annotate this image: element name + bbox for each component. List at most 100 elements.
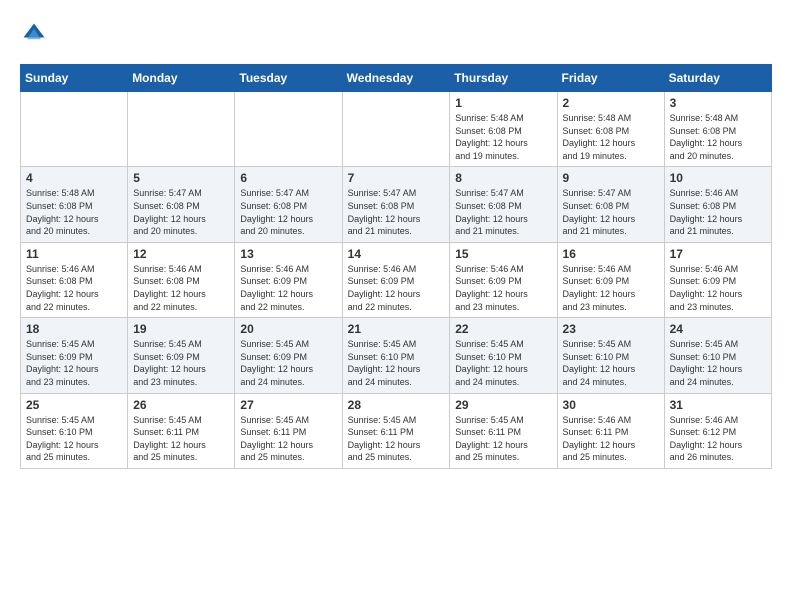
calendar-day-cell: 27 Sunrise: 5:45 AMSunset: 6:11 PMDayligh… <box>235 393 342 468</box>
day-info: Sunrise: 5:46 AMSunset: 6:08 PMDaylight:… <box>133 263 229 313</box>
logo-icon <box>20 20 48 48</box>
calendar-day-cell: 29 Sunrise: 5:45 AMSunset: 6:11 PMDayligh… <box>450 393 557 468</box>
day-number: 3 <box>670 96 766 110</box>
day-number: 29 <box>455 398 551 412</box>
calendar-day-cell: 16 Sunrise: 5:46 AMSunset: 6:09 PMDayligh… <box>557 242 664 317</box>
day-info: Sunrise: 5:45 AMSunset: 6:10 PMDaylight:… <box>563 338 659 388</box>
day-number: 23 <box>563 322 659 336</box>
calendar-day-cell: 4 Sunrise: 5:48 AMSunset: 6:08 PMDaylight… <box>21 167 128 242</box>
day-number: 30 <box>563 398 659 412</box>
calendar-day-cell: 30 Sunrise: 5:46 AMSunset: 6:11 PMDayligh… <box>557 393 664 468</box>
day-number: 20 <box>240 322 336 336</box>
calendar-day-cell: 17Sunrise: 5:46 AMSunset: 6:09 PMDayligh… <box>664 242 771 317</box>
day-info: Sunrise: 5:45 AMSunset: 6:09 PMDaylight:… <box>26 338 122 388</box>
day-info: Sunrise: 5:46 AMSunset: 6:12 PMDaylight:… <box>670 414 766 464</box>
logo <box>20 20 52 48</box>
day-number: 17 <box>670 247 766 261</box>
calendar-day-cell: 10Sunrise: 5:46 AMSunset: 6:08 PMDayligh… <box>664 167 771 242</box>
day-info: Sunrise: 5:45 AMSunset: 6:11 PMDaylight:… <box>240 414 336 464</box>
calendar-day-cell: 7 Sunrise: 5:47 AMSunset: 6:08 PMDaylight… <box>342 167 450 242</box>
day-info: Sunrise: 5:45 AMSunset: 6:09 PMDaylight:… <box>133 338 229 388</box>
calendar-header-friday: Friday <box>557 65 664 92</box>
day-info: Sunrise: 5:46 AMSunset: 6:09 PMDaylight:… <box>455 263 551 313</box>
page-header <box>20 20 772 48</box>
day-number: 14 <box>348 247 445 261</box>
day-info: Sunrise: 5:46 AMSunset: 6:09 PMDaylight:… <box>563 263 659 313</box>
calendar-day-cell: 31 Sunrise: 5:46 AMSunset: 6:12 PMDayligh… <box>664 393 771 468</box>
day-info: Sunrise: 5:45 AMSunset: 6:11 PMDaylight:… <box>133 414 229 464</box>
day-number: 12 <box>133 247 229 261</box>
calendar-day-cell: 13 Sunrise: 5:46 AMSunset: 6:09 PMDayligh… <box>235 242 342 317</box>
day-number: 6 <box>240 171 336 185</box>
calendar-day-cell <box>128 92 235 167</box>
calendar-week-row: 25Sunrise: 5:45 AMSunset: 6:10 PMDayligh… <box>21 393 772 468</box>
day-info: Sunrise: 5:47 AMSunset: 6:08 PMDaylight:… <box>348 187 445 237</box>
day-number: 13 <box>240 247 336 261</box>
calendar-day-cell: 12 Sunrise: 5:46 AMSunset: 6:08 PMDayligh… <box>128 242 235 317</box>
day-info: Sunrise: 5:48 AMSunset: 6:08 PMDaylight:… <box>455 112 551 162</box>
day-info: Sunrise: 5:45 AMSunset: 6:11 PMDaylight:… <box>348 414 445 464</box>
calendar-header-saturday: Saturday <box>664 65 771 92</box>
calendar-day-cell <box>235 92 342 167</box>
calendar-header-monday: Monday <box>128 65 235 92</box>
calendar-header-wednesday: Wednesday <box>342 65 450 92</box>
day-info: Sunrise: 5:46 AMSunset: 6:11 PMDaylight:… <box>563 414 659 464</box>
calendar-day-cell: 20 Sunrise: 5:45 AMSunset: 6:09 PMDayligh… <box>235 318 342 393</box>
day-number: 10 <box>670 171 766 185</box>
day-number: 28 <box>348 398 445 412</box>
day-number: 9 <box>563 171 659 185</box>
calendar-day-cell: 8Sunrise: 5:47 AMSunset: 6:08 PMDaylight… <box>450 167 557 242</box>
calendar-day-cell: 26Sunrise: 5:45 AMSunset: 6:11 PMDayligh… <box>128 393 235 468</box>
calendar-header-sunday: Sunday <box>21 65 128 92</box>
day-info: Sunrise: 5:45 AMSunset: 6:09 PMDaylight:… <box>240 338 336 388</box>
day-number: 15 <box>455 247 551 261</box>
day-info: Sunrise: 5:45 AMSunset: 6:11 PMDaylight:… <box>455 414 551 464</box>
calendar-week-row: 11 Sunrise: 5:46 AMSunset: 6:08 PMDayligh… <box>21 242 772 317</box>
day-number: 27 <box>240 398 336 412</box>
day-number: 11 <box>26 247 122 261</box>
day-info: Sunrise: 5:48 AMSunset: 6:08 PMDaylight:… <box>563 112 659 162</box>
calendar-day-cell: 25Sunrise: 5:45 AMSunset: 6:10 PMDayligh… <box>21 393 128 468</box>
calendar-day-cell: 1 Sunrise: 5:48 AMSunset: 6:08 PMDaylight… <box>450 92 557 167</box>
day-info: Sunrise: 5:46 AMSunset: 6:08 PMDaylight:… <box>26 263 122 313</box>
day-number: 21 <box>348 322 445 336</box>
calendar-day-cell: 2 Sunrise: 5:48 AMSunset: 6:08 PMDaylight… <box>557 92 664 167</box>
calendar-header-thursday: Thursday <box>450 65 557 92</box>
day-number: 16 <box>563 247 659 261</box>
calendar-week-row: 1 Sunrise: 5:48 AMSunset: 6:08 PMDaylight… <box>21 92 772 167</box>
day-number: 24 <box>670 322 766 336</box>
day-number: 25 <box>26 398 122 412</box>
calendar-header-tuesday: Tuesday <box>235 65 342 92</box>
day-number: 22 <box>455 322 551 336</box>
day-number: 2 <box>563 96 659 110</box>
day-number: 1 <box>455 96 551 110</box>
calendar-day-cell: 9 Sunrise: 5:47 AMSunset: 6:08 PMDaylight… <box>557 167 664 242</box>
day-info: Sunrise: 5:46 AMSunset: 6:09 PMDaylight:… <box>240 263 336 313</box>
day-number: 4 <box>26 171 122 185</box>
calendar-table: SundayMondayTuesdayWednesdayThursdayFrid… <box>20 64 772 469</box>
day-number: 19 <box>133 322 229 336</box>
calendar-day-cell: 18Sunrise: 5:45 AMSunset: 6:09 PMDayligh… <box>21 318 128 393</box>
day-info: Sunrise: 5:48 AMSunset: 6:08 PMDaylight:… <box>670 112 766 162</box>
calendar-week-row: 4 Sunrise: 5:48 AMSunset: 6:08 PMDaylight… <box>21 167 772 242</box>
calendar-header-row: SundayMondayTuesdayWednesdayThursdayFrid… <box>21 65 772 92</box>
calendar-day-cell: 24 Sunrise: 5:45 AMSunset: 6:10 PMDayligh… <box>664 318 771 393</box>
calendar-day-cell: 21 Sunrise: 5:45 AMSunset: 6:10 PMDayligh… <box>342 318 450 393</box>
day-number: 8 <box>455 171 551 185</box>
day-number: 7 <box>348 171 445 185</box>
day-info: Sunrise: 5:47 AMSunset: 6:08 PMDaylight:… <box>563 187 659 237</box>
calendar-day-cell: 23 Sunrise: 5:45 AMSunset: 6:10 PMDayligh… <box>557 318 664 393</box>
calendar-day-cell: 5Sunrise: 5:47 AMSunset: 6:08 PMDaylight… <box>128 167 235 242</box>
day-info: Sunrise: 5:45 AMSunset: 6:10 PMDaylight:… <box>455 338 551 388</box>
day-info: Sunrise: 5:48 AMSunset: 6:08 PMDaylight:… <box>26 187 122 237</box>
calendar-day-cell: 11 Sunrise: 5:46 AMSunset: 6:08 PMDayligh… <box>21 242 128 317</box>
calendar-day-cell <box>342 92 450 167</box>
calendar-day-cell: 22 Sunrise: 5:45 AMSunset: 6:10 PMDayligh… <box>450 318 557 393</box>
calendar-day-cell: 19 Sunrise: 5:45 AMSunset: 6:09 PMDayligh… <box>128 318 235 393</box>
day-info: Sunrise: 5:45 AMSunset: 6:10 PMDaylight:… <box>670 338 766 388</box>
day-info: Sunrise: 5:46 AMSunset: 6:09 PMDaylight:… <box>348 263 445 313</box>
day-info: Sunrise: 5:45 AMSunset: 6:10 PMDaylight:… <box>348 338 445 388</box>
calendar-week-row: 18Sunrise: 5:45 AMSunset: 6:09 PMDayligh… <box>21 318 772 393</box>
day-number: 31 <box>670 398 766 412</box>
calendar-day-cell <box>21 92 128 167</box>
